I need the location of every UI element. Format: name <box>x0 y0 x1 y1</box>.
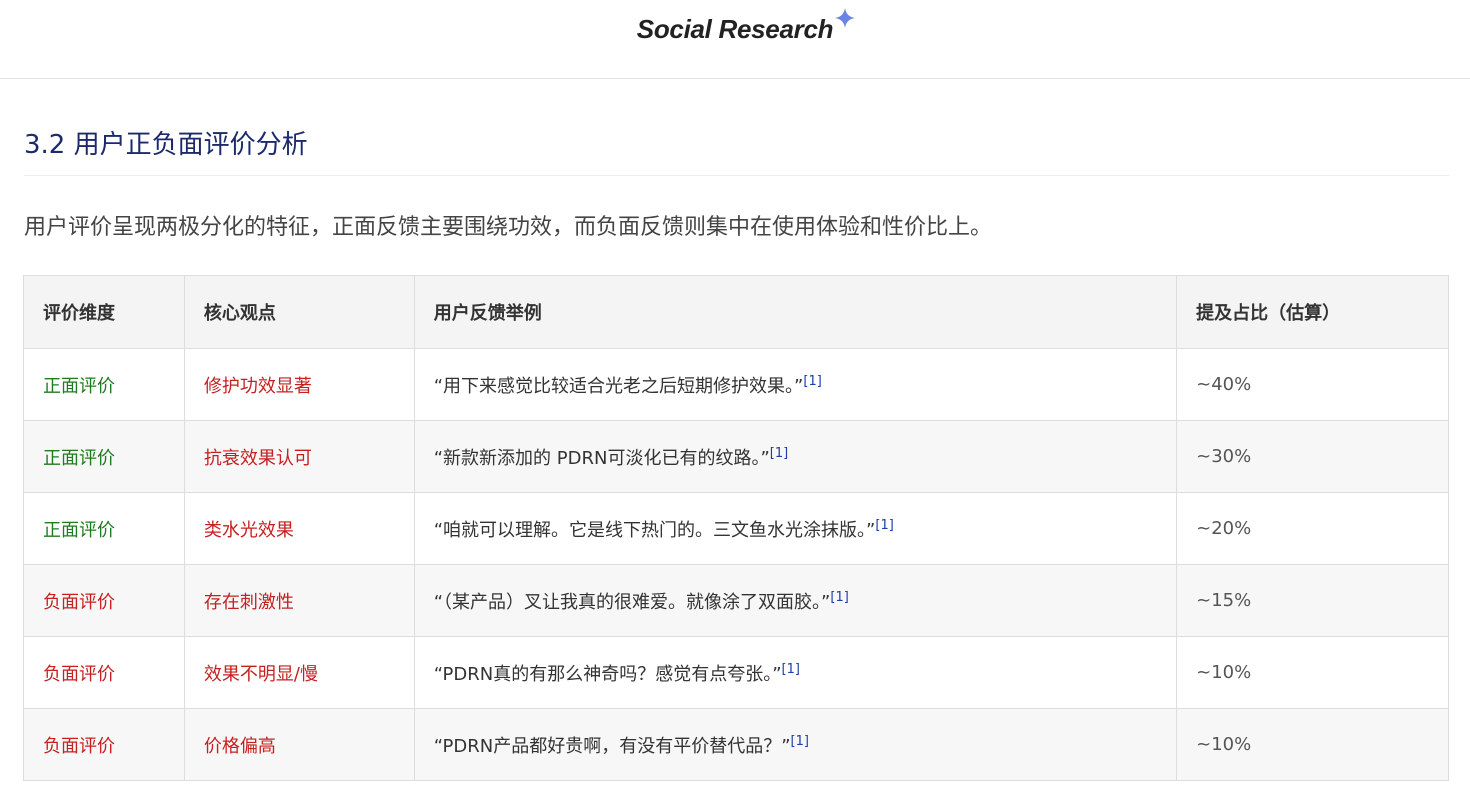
share-cell: ~40% <box>1176 348 1449 421</box>
top-bar: Social Research <box>0 0 1470 79</box>
header-feedback-example: 用户反馈举例 <box>413 275 1178 349</box>
table-header-row: 评价维度 核心观点 用户反馈举例 提及占比（估算） <box>23 275 1449 349</box>
review-analysis-table: 评价维度 核心观点 用户反馈举例 提及占比（估算） 正面评价 修护功效显著 “用… <box>23 275 1449 781</box>
table-row: 负面评价 效果不明显/慢 “PDRN真的有那么神奇吗？感觉有点夸张。”[1] ~… <box>23 636 1449 709</box>
section-title: 3.2 用户正负面评价分析 <box>24 130 308 160</box>
share-cell: ~10% <box>1176 708 1449 781</box>
core-point-cell: 价格偏高 <box>183 708 415 781</box>
feedback-quote: “用下来感觉比较适合光老之后短期修护效果。” <box>433 375 804 397</box>
table-row: 负面评价 存在刺激性 “（某产品）叉让我真的很难爱。就像涂了双面胶。”[1] ~… <box>23 564 1449 637</box>
core-point-cell: 存在刺激性 <box>183 564 415 637</box>
citation-link[interactable]: [1] <box>803 374 821 389</box>
citation-link[interactable]: [1] <box>782 662 800 677</box>
dimension-cell: 负面评价 <box>23 564 185 637</box>
dimension-cell: 负面评价 <box>23 708 185 781</box>
dimension-cell: 正面评价 <box>23 348 185 421</box>
dimension-cell: 正面评价 <box>23 492 185 565</box>
feedback-quote: “PDRN真的有那么神奇吗？感觉有点夸张。” <box>433 663 782 685</box>
share-cell: ~10% <box>1176 636 1449 709</box>
citation-link[interactable]: [1] <box>791 734 809 749</box>
core-point-cell: 类水光效果 <box>183 492 415 565</box>
share-cell: ~30% <box>1176 420 1449 493</box>
table-row: 负面评价 价格偏高 “PDRN产品都好贵啊，有没有平价替代品？”[1] ~10% <box>23 708 1449 781</box>
feedback-cell: “咱就可以理解。它是线下热门的。三文鱼水光涂抹版。”[1] <box>413 492 1178 565</box>
header-core-point: 核心观点 <box>183 275 415 349</box>
feedback-cell: “PDRN产品都好贵啊，有没有平价替代品？”[1] <box>413 708 1178 781</box>
citation-link[interactable]: [1] <box>770 446 788 461</box>
dimension-cell: 正面评价 <box>23 420 185 493</box>
core-point-cell: 效果不明显/慢 <box>183 636 415 709</box>
table-row: 正面评价 抗衰效果认可 “新款新添加的 PDRN可淡化已有的纹路。”[1] ~3… <box>23 420 1449 493</box>
share-cell: ~20% <box>1176 492 1449 565</box>
feedback-cell: “（某产品）叉让我真的很难爱。就像涂了双面胶。”[1] <box>413 564 1178 637</box>
feedback-cell: “PDRN真的有那么神奇吗？感觉有点夸张。”[1] <box>413 636 1178 709</box>
header-mention-share: 提及占比（估算） <box>1176 275 1449 349</box>
header-dimension: 评价维度 <box>23 275 185 349</box>
section-intro: 用户评价呈现两极分化的特征，正面反馈主要围绕功效，而负面反馈则集中在使用体验和性… <box>24 215 993 240</box>
core-point-cell: 抗衰效果认可 <box>183 420 415 493</box>
dimension-cell: 负面评价 <box>23 636 185 709</box>
feedback-cell: “用下来感觉比较适合光老之后短期修护效果。”[1] <box>413 348 1178 421</box>
table-row: 正面评价 修护功效显著 “用下来感觉比较适合光老之后短期修护效果。”[1] ~4… <box>23 348 1449 421</box>
feedback-quote: “咱就可以理解。它是线下热门的。三文鱼水光涂抹版。” <box>433 519 876 541</box>
brand-name: Social Research <box>636 14 834 44</box>
table-row: 正面评价 类水光效果 “咱就可以理解。它是线下热门的。三文鱼水光涂抹版。”[1]… <box>23 492 1449 565</box>
sparkle-icon <box>835 8 856 28</box>
core-point-cell: 修护功效显著 <box>183 348 415 421</box>
brand: Social Research <box>0 8 1470 45</box>
share-cell: ~15% <box>1176 564 1449 637</box>
feedback-cell: “新款新添加的 PDRN可淡化已有的纹路。”[1] <box>413 420 1178 493</box>
title-divider <box>24 175 1449 176</box>
brand-logo[interactable]: Social Research <box>636 8 856 45</box>
feedback-quote: “（某产品）叉让我真的很难爱。就像涂了双面胶。” <box>433 591 831 613</box>
citation-link[interactable]: [1] <box>830 590 848 605</box>
citation-link[interactable]: [1] <box>875 518 893 533</box>
feedback-quote: “新款新添加的 PDRN可淡化已有的纹路。” <box>433 447 770 469</box>
feedback-quote: “PDRN产品都好贵啊，有没有平价替代品？” <box>433 735 791 757</box>
